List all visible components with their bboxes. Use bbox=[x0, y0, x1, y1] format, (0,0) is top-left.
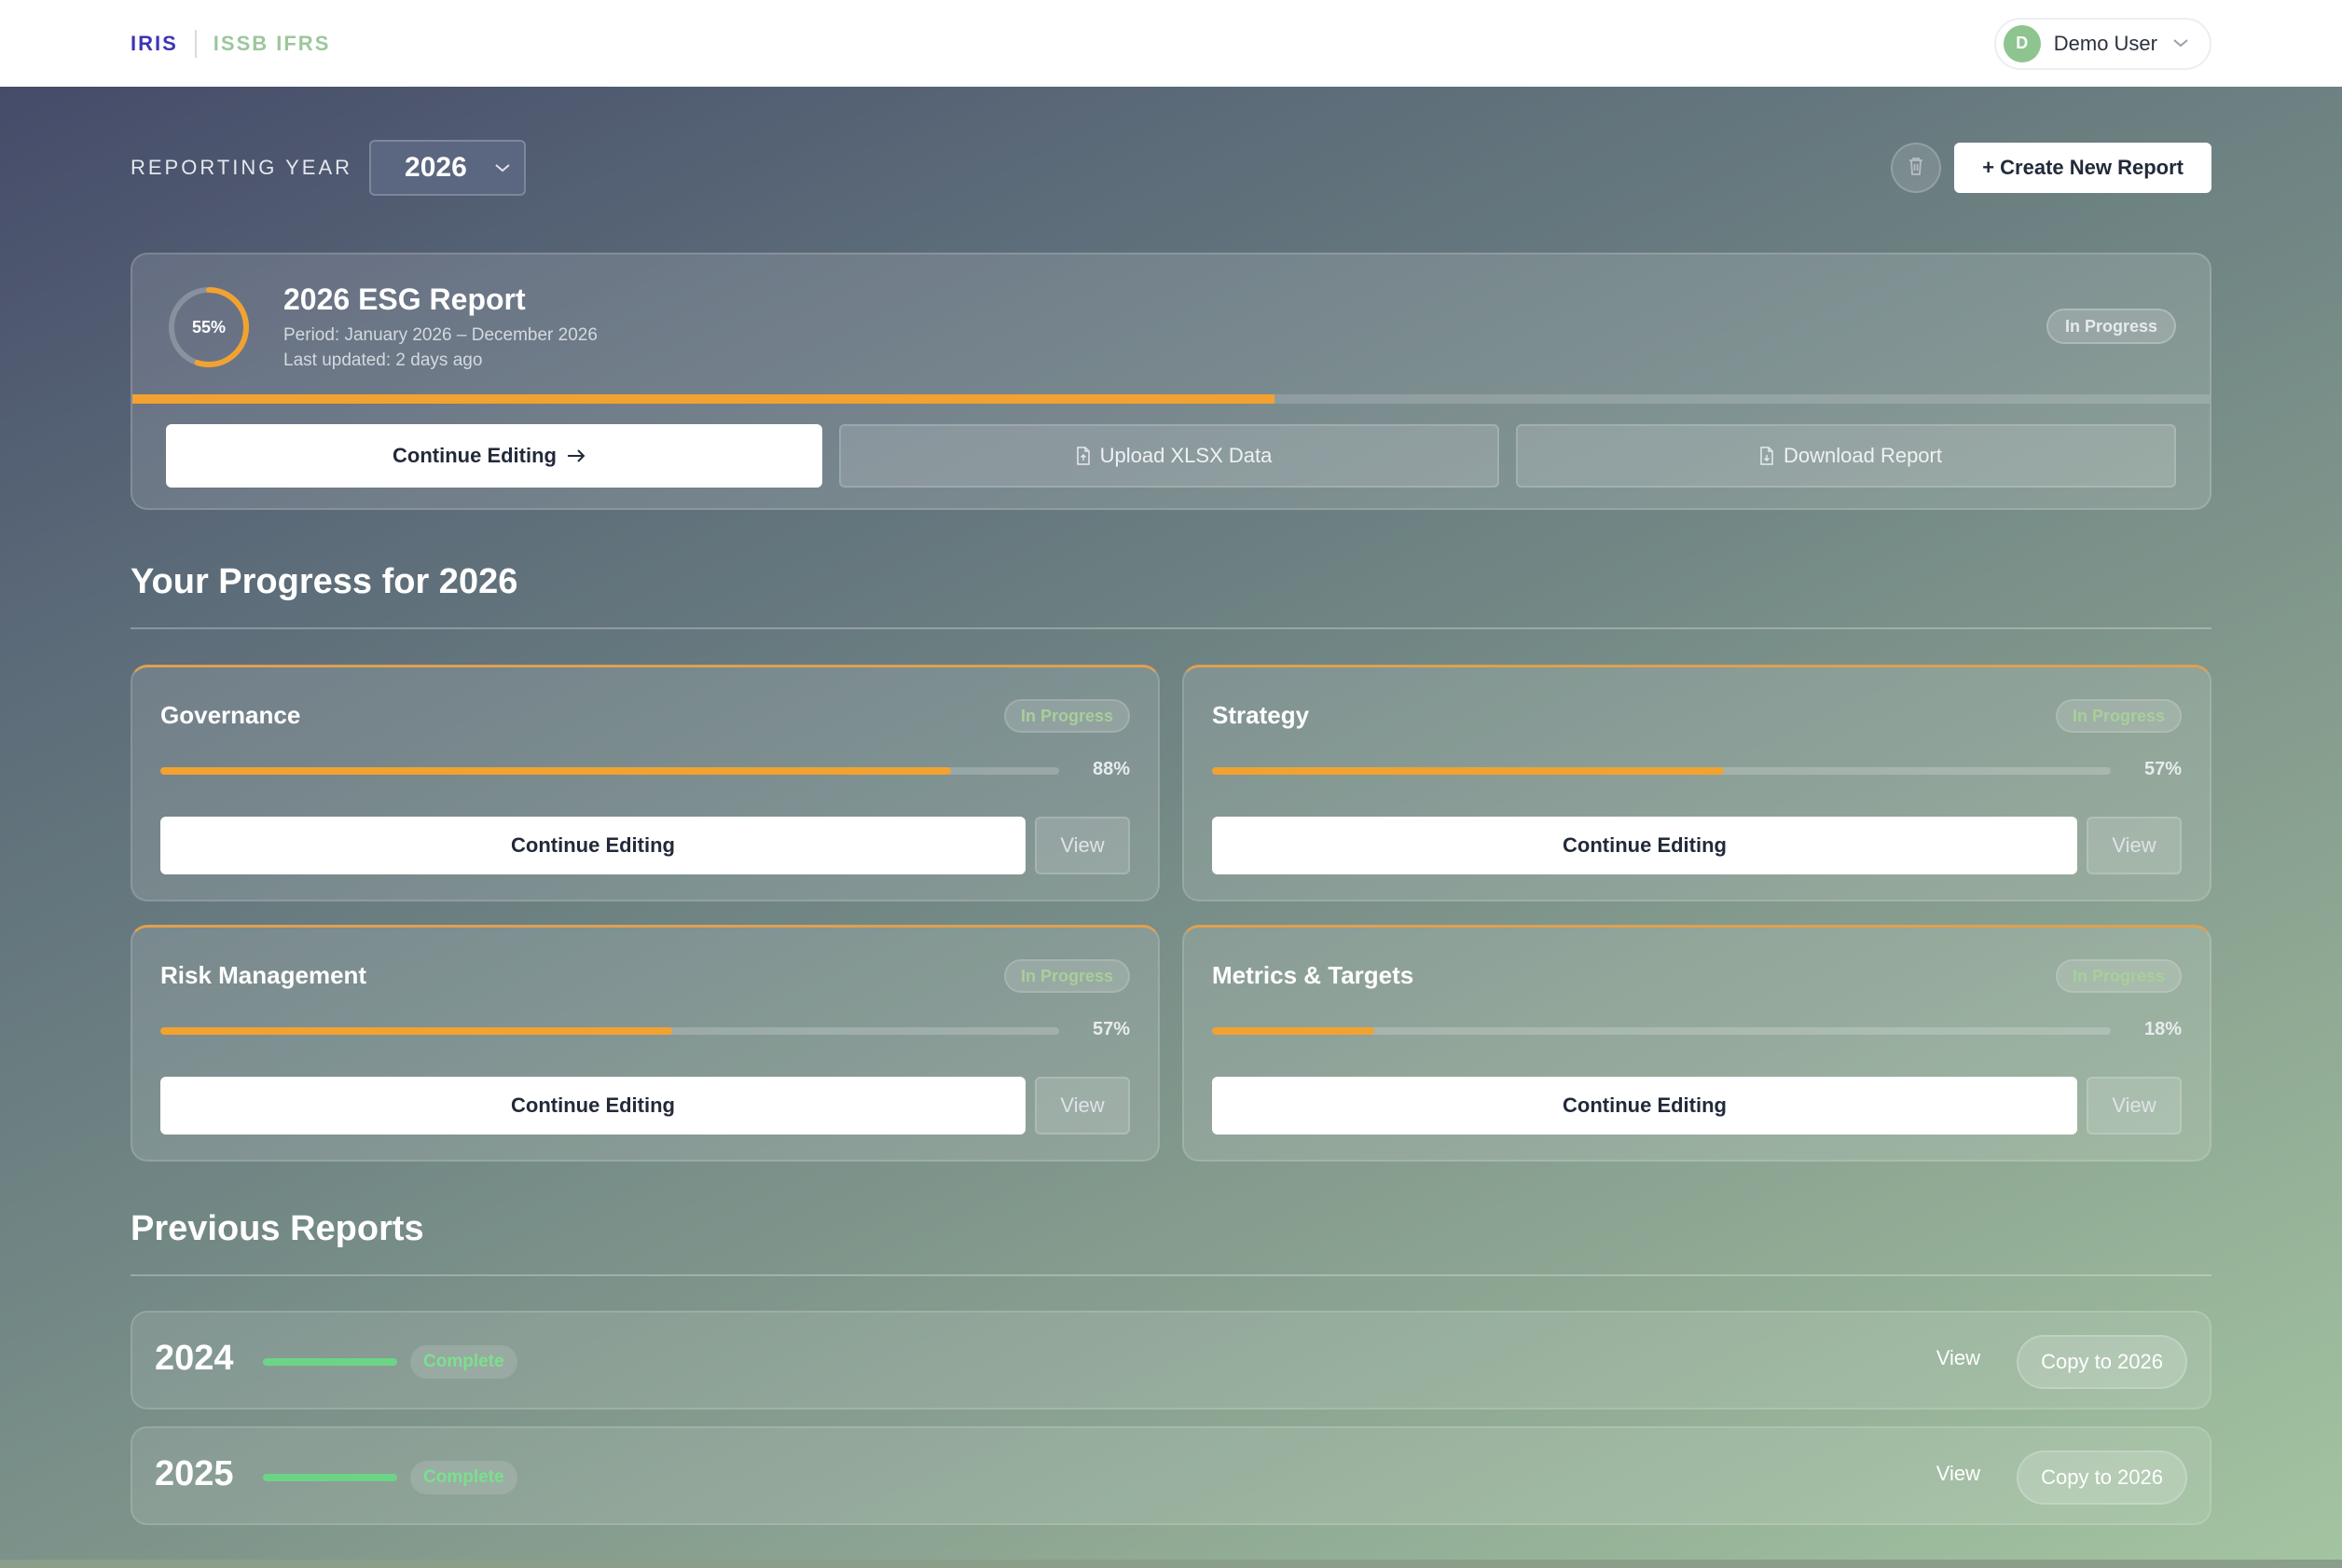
previous-report-row-2025: 2025 Complete View Copy to 2026 bbox=[131, 1426, 2211, 1525]
continue-editing-button[interactable]: Continue Editing bbox=[166, 424, 822, 488]
reporting-year-label: REPORTING YEAR bbox=[131, 156, 353, 179]
status-badge: In Progress bbox=[2055, 959, 2182, 993]
trash-icon bbox=[1907, 156, 1925, 181]
brand-secondary: ISSB IFRS bbox=[213, 31, 331, 55]
brand-primary: IRIS bbox=[131, 31, 178, 55]
continue-editing-button[interactable]: Continue Editing bbox=[1212, 1077, 2077, 1135]
view-link[interactable]: View bbox=[1936, 1462, 1980, 1486]
user-menu[interactable]: D Demo User bbox=[1993, 17, 2211, 70]
view-button[interactable]: View bbox=[2087, 1077, 2182, 1135]
pillar-percent: 88% bbox=[1092, 759, 1130, 779]
top-bar: IRIS ISSB IFRS D Demo User bbox=[0, 0, 2342, 87]
brand-divider bbox=[194, 29, 197, 58]
report-title: 2026 ESG Report bbox=[283, 282, 526, 316]
reporting-year-select[interactable]: 2026 bbox=[369, 140, 527, 196]
chevron-down-icon bbox=[2172, 34, 2189, 53]
create-new-report-button[interactable]: + Create New Report bbox=[1954, 143, 2211, 193]
pillar-name: Governance bbox=[160, 701, 301, 729]
download-report-label: Download Report bbox=[1784, 444, 1942, 467]
continue-editing-button[interactable]: Continue Editing bbox=[160, 1077, 1026, 1135]
report-last-updated: Last updated: 2 days ago bbox=[283, 351, 483, 370]
pillar-name: Metrics & Targets bbox=[1212, 961, 1414, 989]
report-progress-fill bbox=[132, 394, 1275, 404]
progress-section-title: Your Progress for 2026 bbox=[131, 562, 518, 601]
pillar-progress-bar bbox=[160, 1027, 1059, 1035]
upload-xlsx-label: Upload XLSX Data bbox=[1099, 444, 1273, 467]
download-report-button[interactable]: Download Report bbox=[1516, 424, 2176, 488]
footer-strip bbox=[0, 1560, 2342, 1568]
continue-editing-label: Continue Editing bbox=[393, 444, 557, 467]
pillar-card-risk-management: Risk Management In Progress 57% Continue… bbox=[131, 925, 1160, 1162]
section-divider bbox=[131, 1274, 2211, 1276]
pillar-progress-fill bbox=[1212, 767, 1725, 775]
avatar: D bbox=[2003, 24, 2041, 62]
report-progress-bar bbox=[263, 1474, 397, 1481]
continue-editing-button[interactable]: Continue Editing bbox=[1212, 817, 2077, 874]
current-report-card: 55% 2026 ESG Report Period: January 2026… bbox=[131, 253, 2211, 510]
pillar-progress-fill bbox=[160, 767, 952, 775]
pillar-card-metrics-targets: Metrics & Targets In Progress 18% Contin… bbox=[1182, 925, 2211, 1162]
pillar-card-governance: Governance In Progress 88% Continue Edit… bbox=[131, 665, 1160, 901]
status-badge: In Progress bbox=[2055, 699, 2182, 733]
report-progress-fill bbox=[263, 1358, 397, 1366]
pillar-progress-bar bbox=[1212, 767, 2111, 775]
pillar-name: Strategy bbox=[1212, 701, 1310, 729]
copy-to-current-button[interactable]: Copy to 2026 bbox=[2017, 1335, 2187, 1389]
pillar-progress-fill bbox=[160, 1027, 673, 1035]
status-badge: Complete bbox=[410, 1345, 517, 1379]
pillar-percent: 57% bbox=[2143, 759, 2182, 779]
report-progress-bar bbox=[263, 1358, 397, 1366]
report-progress-fill bbox=[263, 1474, 397, 1481]
view-button[interactable]: View bbox=[2087, 817, 2182, 874]
pillar-progress-bar bbox=[160, 767, 1059, 775]
pillar-progress-fill bbox=[1212, 1027, 1374, 1035]
status-badge: In Progress bbox=[2046, 309, 2176, 344]
report-action-buttons: Continue Editing Upload XLSX Data Downlo… bbox=[166, 424, 2176, 488]
reporting-year-value: 2026 bbox=[405, 152, 467, 183]
reporting-year-row: REPORTING YEAR 2026 bbox=[131, 140, 527, 196]
previous-report-row-2024: 2024 Complete View Copy to 2026 bbox=[131, 1311, 2211, 1410]
arrow-right-icon bbox=[566, 448, 586, 463]
delete-report-button[interactable] bbox=[1891, 143, 1942, 193]
file-icon bbox=[1759, 447, 1774, 465]
report-actions-row: + Create New Report bbox=[1891, 143, 2211, 193]
status-badge: Complete bbox=[410, 1461, 517, 1494]
brand-logo[interactable]: IRIS ISSB IFRS bbox=[131, 29, 331, 58]
view-button[interactable]: View bbox=[1035, 1077, 1130, 1135]
upload-xlsx-button[interactable]: Upload XLSX Data bbox=[839, 424, 1499, 488]
view-link[interactable]: View bbox=[1936, 1346, 1980, 1370]
pillar-percent: 57% bbox=[1092, 1019, 1130, 1039]
status-badge: In Progress bbox=[1003, 959, 1130, 993]
report-progress-label: 55% bbox=[191, 317, 227, 337]
report-year: 2024 bbox=[155, 1339, 234, 1378]
pillar-card-strategy: Strategy In Progress 57% Continue Editin… bbox=[1182, 665, 2211, 901]
pillar-progress-bar bbox=[1212, 1027, 2111, 1035]
report-period: Period: January 2026 – December 2026 bbox=[283, 325, 598, 345]
dashboard-main: REPORTING YEAR 2026 + Create New Report … bbox=[0, 87, 2342, 1560]
report-year: 2025 bbox=[155, 1454, 234, 1493]
continue-editing-button[interactable]: Continue Editing bbox=[160, 817, 1026, 874]
pillar-name: Risk Management bbox=[160, 961, 367, 989]
previous-reports-title: Previous Reports bbox=[131, 1209, 424, 1248]
copy-to-current-button[interactable]: Copy to 2026 bbox=[2017, 1451, 2187, 1505]
file-icon bbox=[1076, 447, 1091, 465]
report-progress-bar bbox=[132, 394, 2210, 404]
pillar-percent: 18% bbox=[2143, 1019, 2182, 1039]
view-button[interactable]: View bbox=[1035, 817, 1130, 874]
section-divider bbox=[131, 627, 2211, 629]
chevron-down-icon bbox=[494, 158, 511, 179]
user-name: Demo User bbox=[2053, 31, 2157, 55]
status-badge: In Progress bbox=[1003, 699, 1130, 733]
